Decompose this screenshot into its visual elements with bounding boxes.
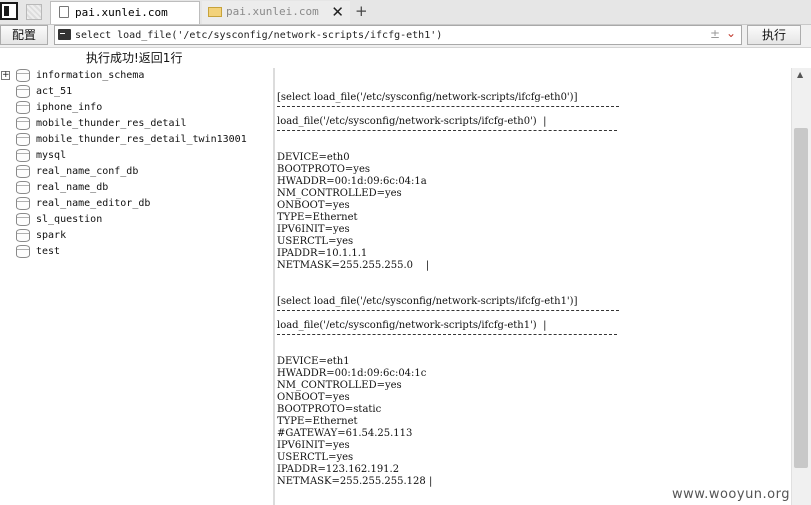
result-line: DEVICE=eth0 <box>277 152 350 163</box>
result-line: TYPE=Ethernet <box>277 212 358 223</box>
new-tab-icon[interactable]: + <box>355 1 368 21</box>
page-icon <box>59 6 69 18</box>
separator-line <box>277 130 617 131</box>
database-icon <box>16 101 30 114</box>
query-toolbar: 配置 ± ⌄ 执行 <box>0 25 811 48</box>
database-item[interactable]: spark <box>0 228 270 244</box>
database-label: real_name_editor_db <box>36 198 151 209</box>
result-line: IPADDR=123.162.191.2 <box>277 464 400 475</box>
result-line: HWADDR=00:1d:09:6c:04:1c <box>277 368 427 379</box>
database-item[interactable]: mobile_thunder_res_detail <box>0 116 270 132</box>
result-line: NM_CONTROLLED=yes <box>277 380 402 391</box>
database-label: real_name_db <box>36 182 109 193</box>
result-line: IPADDR=10.1.1.1 <box>277 248 368 259</box>
result-line: ONBOOT=yes <box>277 200 350 211</box>
tab-active[interactable]: pai.xunlei.com <box>50 1 200 24</box>
separator-line <box>277 106 619 107</box>
config-button[interactable]: 配置 <box>0 25 48 45</box>
tab-title: pai.xunlei.com <box>75 6 168 19</box>
tab-title: pai.xunlei.com <box>226 5 319 18</box>
database-label: spark <box>36 230 67 241</box>
results-pane: [select load_file('/etc/sysconfig/networ… <box>275 68 791 505</box>
result-line: #GATEWAY=61.54.25.113 <box>277 428 413 439</box>
result-line: NM_CONTROLLED=yes <box>277 188 402 199</box>
column-header: load_file('/etc/sysconfig/network-script… <box>277 320 547 331</box>
scrollbar-thumb[interactable] <box>794 128 808 468</box>
folder-icon <box>208 7 222 17</box>
result-line: ONBOOT=yes <box>277 392 350 403</box>
database-icon <box>16 85 30 98</box>
chevron-down-icon[interactable]: ⌄ <box>726 26 736 40</box>
scroll-up-icon[interactable]: ▲ <box>797 70 803 79</box>
database-label: mobile_thunder_res_detail_twin13001 <box>36 134 247 145</box>
database-icon <box>16 245 30 258</box>
database-tree: + information_schema act_51 iphone_infomobi… <box>0 68 273 505</box>
execute-button[interactable]: 执行 <box>747 25 801 45</box>
database-label: act_51 <box>36 86 73 97</box>
database-item[interactable]: real_name_editor_db <box>0 196 270 212</box>
database-icon <box>16 229 30 242</box>
query-header: [select load_file('/etc/sysconfig/networ… <box>277 92 578 103</box>
app-menu-icon[interactable] <box>0 2 18 20</box>
result-line: BOOTPROTO=static <box>277 404 382 415</box>
database-icon <box>16 117 30 130</box>
separator-line <box>277 334 617 335</box>
result-line: HWADDR=00:1d:09:6c:04:1a <box>277 176 427 187</box>
database-label: sl_question <box>36 214 103 225</box>
database-item[interactable]: mobile_thunder_res_detail_twin13001 <box>0 132 270 148</box>
database-label: real_name_conf_db <box>36 166 139 177</box>
database-icon <box>16 213 30 226</box>
separator-line <box>277 310 619 311</box>
result-line: USERCTL=yes <box>277 452 354 463</box>
blank-page-icon[interactable] <box>26 4 42 20</box>
database-label: mysql <box>36 150 67 161</box>
database-item[interactable]: + information_schema <box>0 68 270 84</box>
database-icon <box>16 133 30 146</box>
result-line: BOOTPROTO=yes <box>277 164 371 175</box>
watermark: www.wooyun.org <box>672 487 791 502</box>
database-icon <box>16 181 30 194</box>
plus-minus-icon[interactable]: ± <box>710 27 720 41</box>
database-item[interactable]: real_name_conf_db <box>0 164 270 180</box>
tab-bar: pai.xunlei.com pai.xunlei.com ✕ + <box>0 0 811 25</box>
database-icon <box>16 69 30 82</box>
database-item[interactable]: act_51 <box>0 84 270 100</box>
database-icon <box>16 149 30 162</box>
database-label: information_schema <box>36 70 145 81</box>
database-icon <box>16 197 30 210</box>
database-item[interactable]: iphone_info <box>0 100 270 116</box>
result-line: IPV6INIT=yes <box>277 224 350 235</box>
result-line: DEVICE=eth1 <box>277 356 350 367</box>
result-line: NETMASK=255.255.255.0 | <box>277 260 430 271</box>
result-line: TYPE=Ethernet <box>277 416 358 427</box>
terminal-icon <box>58 29 71 40</box>
expand-icon[interactable]: + <box>1 71 10 80</box>
result-line: IPV6INIT=yes <box>277 440 350 451</box>
close-tab-icon[interactable]: ✕ <box>331 1 344 23</box>
database-item[interactable]: mysql <box>0 148 270 164</box>
tab-inactive[interactable]: pai.xunlei.com ✕ <box>202 1 350 24</box>
database-item[interactable]: sl_question <box>0 212 270 228</box>
database-item[interactable]: test <box>0 244 270 260</box>
database-item[interactable]: real_name_db <box>0 180 270 196</box>
vertical-scrollbar[interactable]: ▲ <box>791 68 811 505</box>
result-line: USERCTL=yes <box>277 236 354 247</box>
query-input[interactable] <box>75 27 685 43</box>
database-icon <box>16 165 30 178</box>
status-message: 执行成功!返回1行 <box>86 51 183 65</box>
database-label: test <box>36 246 61 257</box>
database-label: iphone_info <box>36 102 103 113</box>
database-label: mobile_thunder_res_detail <box>36 118 187 129</box>
result-line: NETMASK=255.255.255.128 | <box>277 476 433 487</box>
query-box[interactable]: ± ⌄ <box>54 25 742 45</box>
query-header: [select load_file('/etc/sysconfig/networ… <box>277 296 578 307</box>
column-header: load_file('/etc/sysconfig/network-script… <box>277 116 547 127</box>
